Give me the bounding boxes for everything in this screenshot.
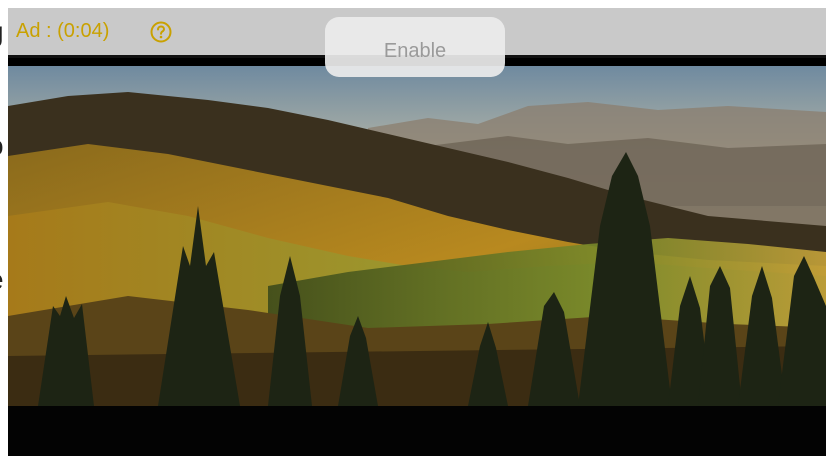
- background-text-fragment: o: [0, 132, 4, 160]
- background-text-fragment: e: [0, 266, 4, 294]
- page: g o r e: [0, 0, 830, 458]
- ad-countdown-label: Ad : (0:04): [16, 20, 110, 42]
- video-player[interactable]: Ad : (0:04) Enable: [8, 8, 826, 456]
- video-letterbox: [8, 406, 826, 456]
- landscape-video-image: [8, 66, 826, 406]
- background-text-fragment: g: [0, 18, 4, 46]
- question-circle-icon[interactable]: [150, 21, 172, 43]
- enable-button[interactable]: Enable: [325, 17, 505, 77]
- video-frame[interactable]: [8, 66, 826, 406]
